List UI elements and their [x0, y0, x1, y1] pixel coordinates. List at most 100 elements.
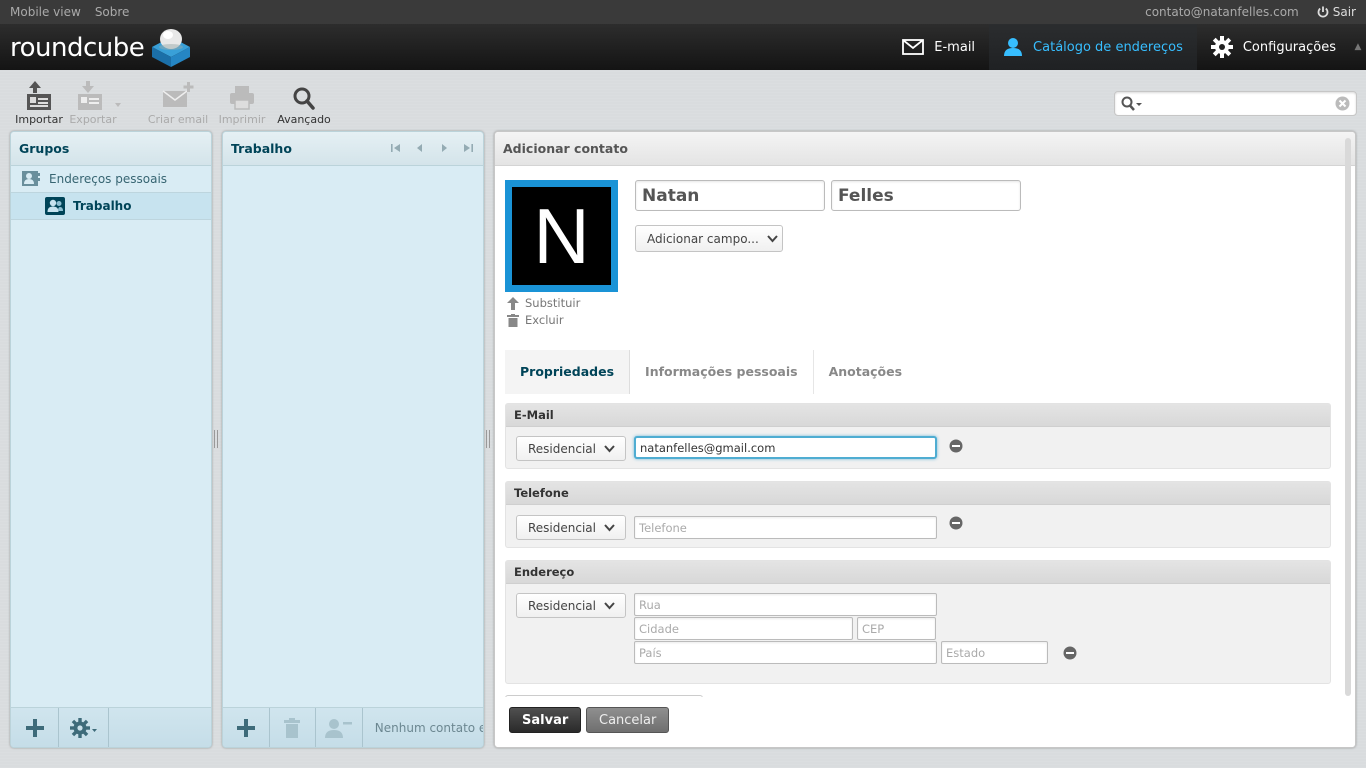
- group-trabalho[interactable]: Trabalho: [11, 193, 211, 220]
- state-input[interactable]: [941, 641, 1048, 664]
- delete-photo-link[interactable]: Excluir: [507, 313, 564, 327]
- city-input[interactable]: [634, 617, 853, 640]
- add-field-select[interactable]: Adicionar campo...: [635, 225, 783, 252]
- search-options-button[interactable]: [1121, 96, 1143, 115]
- printer-icon: [230, 86, 254, 110]
- chevron-down-icon: [604, 601, 615, 609]
- logo[interactable]: roundcube: [10, 29, 194, 67]
- about-link[interactable]: Sobre: [95, 5, 130, 19]
- remove-phone-icon[interactable]: [949, 516, 963, 530]
- phone-type-select[interactable]: Residencial: [516, 515, 626, 540]
- contacts-list-panel: Trabalho Nenhum contato e: [222, 131, 484, 748]
- remove-from-group-button[interactable]: [316, 707, 363, 747]
- address-type-label: Residencial: [528, 598, 596, 613]
- nav-settings[interactable]: Configurações: [1197, 24, 1350, 70]
- print-button[interactable]: Imprimir: [214, 80, 270, 126]
- logout-label: Sair: [1332, 5, 1356, 19]
- splitter-groups[interactable]: [214, 430, 218, 448]
- replace-photo-label: Substituir: [525, 296, 581, 310]
- last-page-icon[interactable]: [463, 143, 473, 153]
- compose-button[interactable]: Criar email: [148, 80, 208, 126]
- address-legend: Endereço: [506, 561, 1330, 584]
- group-options-button[interactable]: [59, 707, 109, 747]
- delete-contact-button[interactable]: [270, 707, 317, 747]
- street-input[interactable]: [634, 593, 937, 616]
- zip-input[interactable]: [857, 617, 936, 640]
- first-page-icon[interactable]: [391, 143, 401, 153]
- splitter-list[interactable]: [486, 430, 490, 448]
- contacts-list-footer: Nenhum contato e: [223, 707, 483, 747]
- nav-email-label: E-mail: [934, 39, 976, 55]
- search-input[interactable]: [1143, 94, 1333, 113]
- groups-footer: [11, 707, 211, 747]
- phone-legend: Telefone: [506, 482, 1330, 505]
- firstname-field[interactable]: [635, 180, 825, 211]
- import-label: Importar: [15, 113, 63, 126]
- nav-addressbook-label: Catálogo de endereços: [1033, 39, 1183, 55]
- surname-field[interactable]: [831, 180, 1021, 211]
- export-label: Exportar: [69, 113, 117, 126]
- contacts-count: Nenhum contato e: [374, 720, 483, 735]
- print-label: Imprimir: [218, 113, 266, 126]
- save-button[interactable]: Salvar: [509, 707, 582, 733]
- cancel-button[interactable]: Cancelar: [586, 707, 670, 733]
- main-nav: E-mail Catálogo de endereços Configuraçõ…: [888, 24, 1366, 70]
- import-icon: [27, 81, 51, 110]
- pager: [391, 143, 473, 153]
- phone-input[interactable]: [634, 516, 937, 539]
- tab-personal-info[interactable]: Informações pessoais: [630, 350, 814, 394]
- contact-photo: N: [505, 180, 618, 292]
- advanced-search-button[interactable]: Avançado: [276, 80, 332, 126]
- tab-notes[interactable]: Anotações: [814, 350, 918, 394]
- email-input[interactable]: [634, 436, 937, 459]
- power-icon: [1317, 6, 1329, 18]
- search-icon: [1121, 96, 1142, 111]
- groups-title: Grupos: [11, 132, 211, 166]
- username: contato@natanfelles.com: [1145, 5, 1299, 19]
- logout-button[interactable]: Sair: [1317, 5, 1356, 19]
- gear-icon: [1210, 36, 1233, 58]
- upload-arrow-icon: [507, 296, 519, 310]
- tab-properties[interactable]: Propriedades: [505, 350, 631, 394]
- address-type-select[interactable]: Residencial: [516, 593, 626, 618]
- gear-menu-icon: [69, 717, 97, 738]
- search-reset-button[interactable]: [1335, 96, 1350, 114]
- email-type-select[interactable]: Residencial: [516, 436, 626, 461]
- envelope-icon: [902, 39, 925, 55]
- plus-icon: [236, 718, 255, 737]
- add-group-button[interactable]: [11, 707, 59, 747]
- person-icon: [1004, 38, 1023, 56]
- nav-email[interactable]: E-mail: [888, 24, 989, 70]
- toolbar: Importar Exportar Criar email Imprimir A…: [14, 80, 336, 126]
- trash-icon: [507, 313, 519, 327]
- replace-photo-link[interactable]: Substituir: [507, 296, 580, 310]
- header: roundcube E-mail Catálogo de endereços C…: [0, 24, 1366, 70]
- contact-photo-letter: N: [512, 187, 611, 285]
- nav-addressbook[interactable]: Catálogo de endereços: [989, 24, 1197, 70]
- scrollbar[interactable]: [1345, 138, 1351, 696]
- roundcube-logo-icon: [152, 29, 191, 67]
- phone-type-label: Residencial: [528, 520, 596, 535]
- export-button[interactable]: Exportar: [68, 80, 132, 126]
- logo-text: roundcube: [10, 33, 145, 63]
- magnifier-icon: [293, 87, 315, 110]
- collapse-header-button[interactable]: ▲: [1350, 24, 1366, 70]
- form-buttons: Salvar Cancelar: [495, 697, 1355, 747]
- nav-settings-label: Configurações: [1242, 39, 1336, 55]
- country-input[interactable]: [634, 641, 937, 664]
- add-contact-button[interactable]: [223, 707, 270, 747]
- next-page-icon[interactable]: [439, 143, 449, 153]
- import-button[interactable]: Importar: [14, 80, 64, 126]
- prev-page-icon[interactable]: [415, 143, 425, 153]
- top-line: Mobile view Sobre contato@natanfelles.co…: [0, 0, 1366, 24]
- remove-email-icon[interactable]: [949, 439, 963, 453]
- mobile-view-link[interactable]: Mobile view: [10, 5, 81, 19]
- compose-label: Criar email: [147, 113, 209, 126]
- advanced-label: Avançado: [277, 113, 331, 126]
- export-icon: [78, 81, 121, 110]
- chevron-down-icon: [767, 234, 778, 242]
- group-personal-addresses[interactable]: Endereços pessoais: [11, 166, 211, 193]
- address-section: Endereço Residencial: [505, 560, 1331, 684]
- remove-address-icon[interactable]: [1063, 646, 1077, 660]
- chevron-down-icon: [604, 523, 615, 531]
